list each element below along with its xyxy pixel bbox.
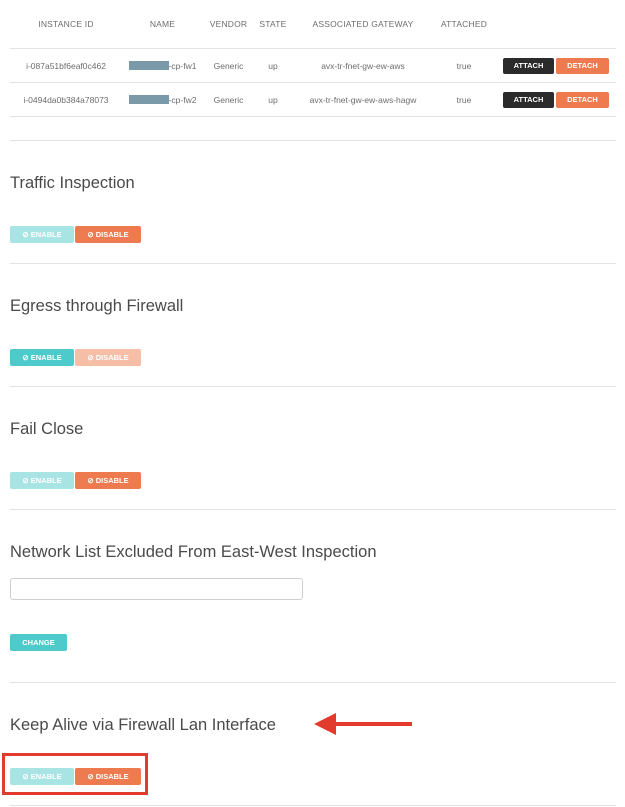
annotation-arrow-icon — [314, 713, 412, 735]
gateway-cell: avx-tr-fnet-gw-ew-aws-hagw — [292, 82, 434, 117]
egress-firewall-title: Egress through Firewall — [10, 297, 184, 315]
instance-id-cell: i-087a51bf6eaf0c462 — [10, 48, 122, 83]
egress-firewall-disable-button[interactable]: ⊘ DISABLE — [75, 349, 141, 366]
traffic-inspection-toggle: ⊘ ENABLE ⊘ DISABLE — [10, 226, 141, 243]
keep-alive-title: Keep Alive via Firewall Lan Interface — [10, 716, 276, 734]
network-list-input[interactable] — [10, 578, 303, 600]
traffic-inspection-disable-button[interactable]: ⊘ DISABLE — [75, 226, 141, 243]
actions-cell: ATTACH DETACH — [494, 82, 616, 117]
column-header-instance-id: INSTANCE ID — [38, 19, 94, 29]
column-header-vendor: VENDOR — [209, 19, 248, 29]
name-cell: -cp-fw1 — [122, 48, 203, 83]
redacted-block — [128, 94, 169, 104]
column-header-associated-gateway: ASSOCIATED GATEWAY — [312, 19, 414, 29]
attach-button[interactable]: ATTACH — [503, 57, 554, 74]
vendor-cell: Generic — [203, 48, 254, 83]
actions-cell: ATTACH DETACH — [494, 48, 616, 83]
name-suffix: -cp-fw1 — [168, 60, 197, 71]
network-list-title: Network List Excluded From East-West Ins… — [10, 543, 377, 561]
column-header-attached: ATTACHED — [440, 19, 488, 29]
vendor-cell: Generic — [203, 82, 254, 117]
egress-firewall-enable-button[interactable]: ⊘ ENABLE — [10, 349, 74, 366]
attached-cell: true — [434, 48, 494, 83]
egress-firewall-section: Egress through Firewall ⊘ ENABLE ⊘ DISAB… — [10, 263, 616, 366]
traffic-inspection-title: Traffic Inspection — [10, 174, 135, 192]
fail-close-toggle: ⊘ ENABLE ⊘ DISABLE — [10, 472, 141, 489]
page: INSTANCE ID NAME VENDOR STATE ASSOCIATED… — [10, 0, 616, 806]
table-row: i-0494da0b384a78073 -cp-fw2 Generic up a… — [10, 82, 616, 117]
detach-button[interactable]: DETACH — [556, 57, 609, 74]
firewall-instances-table: INSTANCE ID NAME VENDOR STATE ASSOCIATED… — [10, 0, 616, 117]
name-cell: -cp-fw2 — [122, 82, 203, 117]
table-header-row: INSTANCE ID NAME VENDOR STATE ASSOCIATED… — [10, 0, 616, 49]
traffic-inspection-section: Traffic Inspection ⊘ ENABLE ⊘ DISABLE — [10, 140, 616, 243]
state-cell: up — [254, 48, 292, 83]
redacted-block — [128, 60, 169, 70]
column-header-actions — [494, 0, 616, 49]
change-button[interactable]: CHANGE — [10, 634, 67, 651]
bottom-divider — [10, 805, 616, 806]
fail-close-title: Fail Close — [10, 420, 84, 438]
attached-cell: true — [434, 82, 494, 117]
name-suffix: -cp-fw2 — [168, 94, 197, 105]
fail-close-disable-button[interactable]: ⊘ DISABLE — [75, 472, 141, 489]
network-list-section: Network List Excluded From East-West Ins… — [10, 509, 616, 651]
traffic-inspection-enable-button[interactable]: ⊘ ENABLE — [10, 226, 74, 243]
table-row: i-087a51bf6eaf0c462 -cp-fw1 Generic up a… — [10, 48, 616, 83]
instance-id-cell: i-0494da0b384a78073 — [10, 82, 122, 117]
gateway-cell: avx-tr-fnet-gw-ew-aws — [292, 48, 434, 83]
column-header-state: STATE — [259, 19, 287, 29]
egress-firewall-toggle: ⊘ ENABLE ⊘ DISABLE — [10, 349, 141, 366]
detach-button[interactable]: DETACH — [556, 91, 609, 108]
fail-close-section: Fail Close ⊘ ENABLE ⊘ DISABLE — [10, 386, 616, 489]
state-cell: up — [254, 82, 292, 117]
attach-button[interactable]: ATTACH — [503, 91, 554, 108]
annotation-highlight-box — [2, 753, 148, 795]
keep-alive-section: Keep Alive via Firewall Lan Interface ⊘ … — [10, 682, 616, 785]
column-header-name: NAME — [149, 19, 176, 29]
fail-close-enable-button[interactable]: ⊘ ENABLE — [10, 472, 74, 489]
